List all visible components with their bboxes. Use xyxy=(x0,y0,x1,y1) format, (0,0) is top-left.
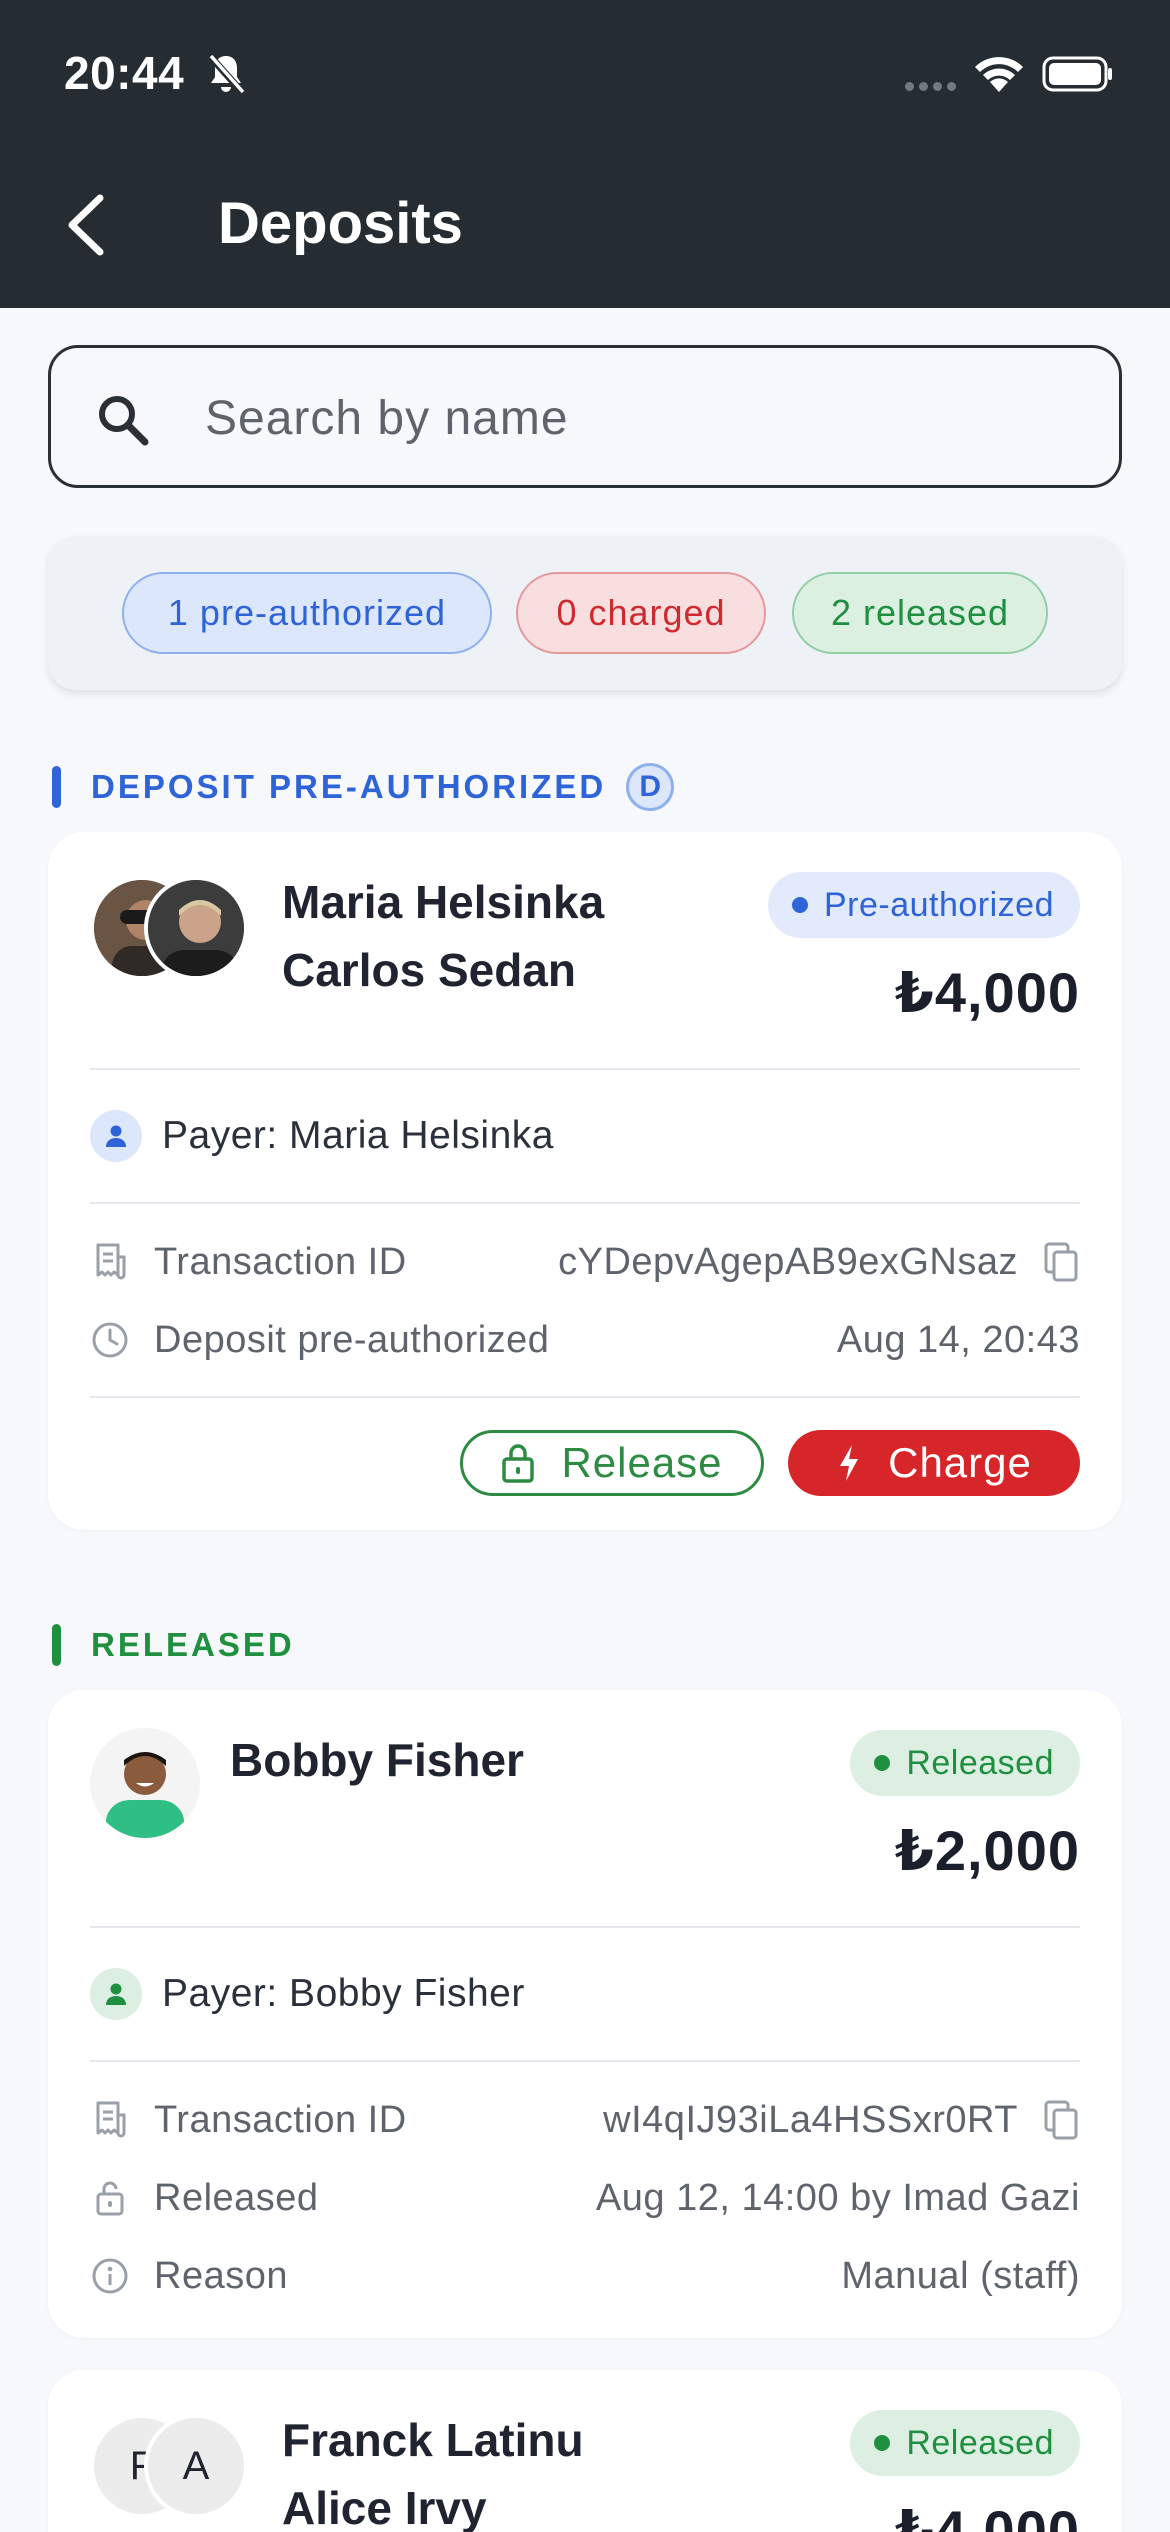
divider xyxy=(90,1068,1080,1070)
status-badge: Released xyxy=(850,2410,1080,2476)
charge-label: Charge xyxy=(888,1439,1032,1486)
receipt-icon xyxy=(90,2100,130,2140)
section-accent-bar xyxy=(52,766,61,808)
divider xyxy=(90,1396,1080,1398)
detail-label: Released xyxy=(154,2176,319,2219)
released-date-row: Released Aug 12, 14:00 by Imad Gazi xyxy=(90,2170,1080,2226)
bolt-icon xyxy=(840,1445,859,1481)
guest-name: Bobby Fisher xyxy=(230,1734,524,1786)
detail-label: Transaction ID xyxy=(154,2098,407,2141)
divider xyxy=(90,1202,1080,1204)
search-icon xyxy=(99,396,149,446)
deposit-amount: ₺4,000 xyxy=(894,2499,1080,2532)
status-label: Pre-authorized xyxy=(823,885,1054,924)
clock-icon xyxy=(90,1320,130,1360)
guest-name: Carlos Sedan xyxy=(282,944,576,996)
lock-open-icon xyxy=(502,1444,535,1483)
receipt-icon xyxy=(90,1242,130,1282)
transaction-id-row: Transaction ID wI4qIJ93iLa4HSSxr0RT xyxy=(90,2092,1080,2148)
detail-value: Aug 12, 14:00 by Imad Gazi xyxy=(595,2176,1080,2219)
guest-name: Franck Latinu xyxy=(282,2414,584,2466)
summary-panel: 1 pre-authorized 0 charged 2 released xyxy=(48,536,1122,690)
detail-label: Reason xyxy=(154,2254,288,2297)
deposit-card[interactable]: F A Franck Latinu Alice Irvy Released ₺4… xyxy=(48,2370,1122,2532)
status-badge: Released xyxy=(850,1730,1080,1796)
status-dot xyxy=(791,897,808,913)
info-icon xyxy=(90,2256,130,2296)
back-arrow-icon[interactable] xyxy=(60,190,112,260)
app-header: 20:44 Deposits xyxy=(0,0,1170,308)
divider xyxy=(90,2060,1080,2062)
avatar xyxy=(90,1728,200,1838)
section-accent-bar xyxy=(52,1624,61,1666)
section-header-released: RELEASED xyxy=(52,1622,295,1668)
search-input[interactable] xyxy=(205,378,1085,458)
status-dot xyxy=(874,2435,891,2451)
wifi-icon xyxy=(975,57,1023,92)
payer-label: Payer: Bobby Fisher xyxy=(162,1972,525,2015)
detail-label: Transaction ID xyxy=(154,1240,407,1283)
released-count-chip[interactable]: 2 released xyxy=(792,572,1048,654)
guest-names: Bobby Fisher xyxy=(230,1726,524,1794)
person-icon xyxy=(90,1110,142,1162)
reason-row: Reason Manual (staff) xyxy=(90,2248,1080,2304)
preauthorized-date-row: Deposit pre-authorized Aug 14, 20:43 xyxy=(90,1312,1080,1368)
status-time: 20:44 xyxy=(64,47,185,99)
section-header-pre-authorized: DEPOSIT PRE-AUTHORIZED D xyxy=(52,763,675,811)
copy-icon[interactable] xyxy=(1042,2100,1080,2140)
guest-names: Franck Latinu Alice Irvy xyxy=(282,2406,584,2532)
deposit-card[interactable]: Bobby Fisher Released ₺2,000 Payer: Bobb… xyxy=(48,1690,1122,2338)
guest-name: Alice Irvy xyxy=(282,2482,487,2532)
charge-button[interactable]: Charge xyxy=(788,1430,1080,1496)
payer-label: Payer: Maria Helsinka xyxy=(162,1114,554,1157)
page-title: Deposits xyxy=(218,191,463,256)
transaction-id-value: cYDepvAgepAB9exGNsaz xyxy=(558,1240,1018,1283)
status-dot xyxy=(874,1755,891,1771)
transaction-id-row: Transaction ID cYDepvAgepAB9exGNsaz xyxy=(90,1234,1080,1290)
guest-name: Maria Helsinka xyxy=(282,876,605,928)
detail-value: Aug 14, 20:43 xyxy=(836,1318,1080,1361)
release-button[interactable]: Release xyxy=(460,1430,764,1496)
status-bar: 20:44 xyxy=(0,0,1170,150)
divider xyxy=(90,1926,1080,1928)
avatar xyxy=(144,876,248,980)
copy-icon[interactable] xyxy=(1042,1242,1080,1282)
payer-row: Payer: Maria Helsinka xyxy=(90,1110,554,1162)
detail-value: Manual (staff) xyxy=(841,2254,1080,2297)
detail-label: Deposit pre-authorized xyxy=(154,1318,550,1361)
pre-authorized-count-chip[interactable]: 1 pre-authorized xyxy=(122,572,492,654)
payer-row: Payer: Bobby Fisher xyxy=(90,1968,525,2020)
status-label: Released xyxy=(906,2423,1054,2462)
signal-icon xyxy=(905,82,956,91)
person-icon xyxy=(90,1968,142,2020)
lock-open-icon xyxy=(90,2178,130,2218)
status-label: Released xyxy=(906,1743,1054,1782)
deposit-amount: ₺4,000 xyxy=(894,961,1080,1024)
battery-icon xyxy=(1042,56,1112,92)
search-field[interactable] xyxy=(48,345,1122,488)
bell-off-icon xyxy=(207,53,245,95)
charged-count-chip[interactable]: 0 charged xyxy=(516,572,766,654)
avatar: A xyxy=(144,2414,248,2518)
release-label: Release xyxy=(561,1439,723,1486)
section-label: RELEASED xyxy=(91,1626,295,1663)
section-label: DEPOSIT PRE-AUTHORIZED xyxy=(91,768,607,805)
deposit-amount: ₺2,000 xyxy=(894,1819,1080,1882)
section-badge: D xyxy=(626,763,675,811)
deposit-card[interactable]: Maria Helsinka Carlos Sedan Pre-authoriz… xyxy=(48,832,1122,1530)
status-badge: Pre-authorized xyxy=(767,872,1080,938)
transaction-id-value: wI4qIJ93iLa4HSSxr0RT xyxy=(603,2098,1018,2141)
guest-names: Maria Helsinka Carlos Sedan xyxy=(282,868,604,1004)
